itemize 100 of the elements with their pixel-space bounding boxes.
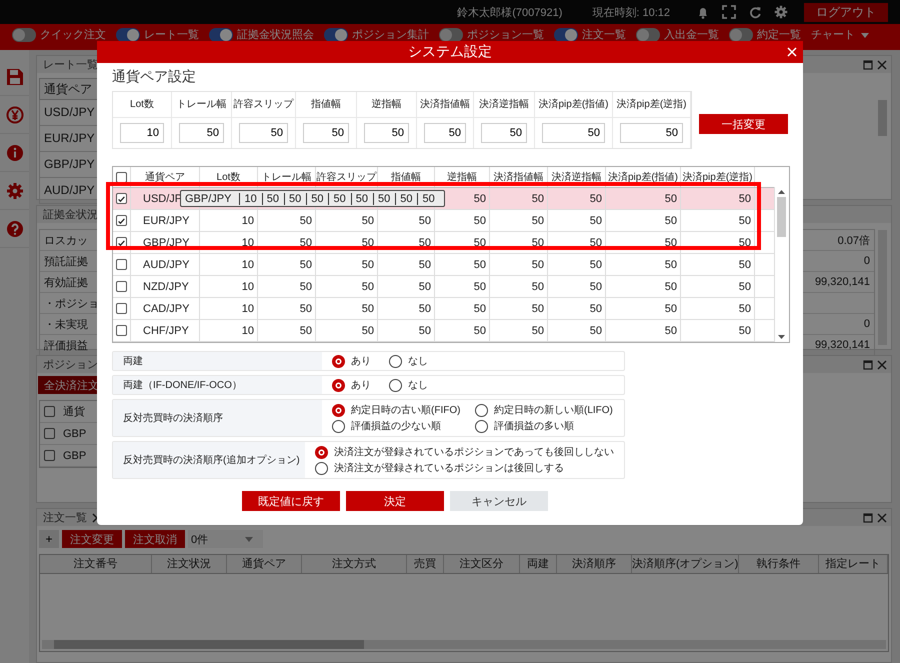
input-field[interactable]: 50 [424, 123, 466, 143]
save-icon[interactable] [6, 68, 24, 86]
clock-text: 現在時刻: 10:12 [592, 6, 670, 20]
table-cell: 50 [490, 188, 548, 209]
radio-label[interactable]: 約定日時の新しい順(LIFO) [494, 403, 613, 417]
input-field[interactable]: 50 [364, 123, 409, 143]
checkbox[interactable] [116, 303, 127, 314]
table-cell: 50 [378, 320, 435, 341]
checkbox[interactable] [116, 259, 127, 270]
radio-label[interactable]: なし [408, 378, 428, 392]
refresh-icon[interactable] [748, 5, 762, 19]
checkbox[interactable] [44, 450, 55, 461]
scrollbar[interactable] [774, 187, 788, 342]
toggle-switch[interactable] [209, 28, 233, 42]
input-field[interactable]: 50 [481, 123, 527, 143]
table-row[interactable]: EUR/JPY 10 50 50 50 50 50 50 50 50 [113, 210, 774, 232]
scrollbar-thumb[interactable] [54, 640, 364, 649]
table-cell: 10 [200, 298, 258, 319]
toggle-switch[interactable] [729, 28, 753, 42]
radio-label[interactable]: あり [351, 378, 371, 392]
notifications-icon[interactable] [696, 5, 710, 19]
radio-button[interactable] [389, 378, 402, 392]
toggle-switch[interactable] [554, 28, 578, 42]
close-icon[interactable] [877, 360, 887, 370]
toolbar-button[interactable]: 注文取消 [125, 530, 185, 548]
toggle-switch[interactable] [439, 28, 463, 42]
checkbox[interactable] [116, 215, 127, 226]
input-field[interactable]: 50 [303, 123, 349, 143]
scrollbar[interactable] [42, 640, 886, 649]
toggle-switch[interactable] [116, 28, 140, 42]
column-header: 注文番号 [40, 555, 152, 573]
scrollbar[interactable] [878, 100, 887, 136]
table-row[interactable]: AUD/JPY 10 50 50 50 50 50 50 50 50 [113, 254, 774, 276]
table-cell: 50 [681, 276, 755, 297]
radio-label[interactable]: 決済注文が登録されているポジションであっても後回ししない [334, 445, 614, 459]
toggle-switch[interactable] [636, 28, 660, 42]
close-icon[interactable] [877, 512, 887, 522]
column-header: 決済逆指幅 [474, 92, 534, 118]
column-header: 指値幅 [296, 92, 356, 118]
count-dropdown[interactable]: 0件 [188, 530, 263, 548]
yen-icon[interactable] [6, 106, 24, 124]
dialog-button[interactable]: キャンセル [450, 491, 548, 511]
add-button[interactable]: + [39, 530, 59, 548]
row-label: ・ポジショ [44, 296, 99, 310]
table-row[interactable]: CHF/JPY 10 50 50 50 50 50 50 50 50 [113, 320, 774, 342]
close-icon[interactable] [877, 60, 887, 70]
option-label: 反対売買時の決済順序(追加オプション) [113, 442, 305, 478]
radio-label[interactable]: あり [351, 354, 371, 368]
checkbox[interactable] [116, 193, 127, 204]
apply-all-button[interactable]: 一括変更 [699, 114, 788, 134]
input-field[interactable]: 50 [179, 123, 224, 143]
maximize-icon[interactable] [863, 360, 873, 370]
scrollbar-thumb[interactable] [777, 197, 786, 237]
radio-button[interactable] [332, 420, 345, 432]
table-cell: GBP [63, 428, 86, 440]
input-field[interactable]: 50 [542, 123, 605, 143]
caret-icon[interactable] [778, 335, 785, 339]
help-icon[interactable] [6, 220, 24, 238]
info-icon[interactable] [6, 144, 24, 162]
radio-button[interactable] [315, 446, 328, 458]
radio-button[interactable] [332, 354, 345, 368]
settings-icon[interactable] [774, 5, 788, 19]
radio-label[interactable]: 評価損益の少ない順 [351, 419, 441, 433]
radio-label[interactable]: なし [408, 354, 428, 368]
input-field[interactable]: 50 [620, 123, 683, 143]
toggle-switch[interactable] [12, 28, 36, 42]
logout-button[interactable]: ログアウト [804, 2, 888, 22]
dialog-button[interactable]: 決定 [346, 491, 444, 511]
table-cell: 50 [435, 210, 490, 231]
maximize-icon[interactable] [863, 512, 873, 522]
radio-label[interactable]: 評価損益の多い順 [494, 419, 574, 433]
radio-button[interactable] [475, 404, 488, 416]
maximize-icon[interactable] [863, 60, 873, 70]
caret-icon[interactable] [778, 190, 785, 194]
table-cell: 50 [548, 210, 606, 231]
input-field[interactable]: 50 [239, 123, 288, 143]
toolbar-button[interactable]: 注文変更 [62, 530, 122, 548]
radio-button[interactable] [332, 378, 345, 392]
table-row[interactable]: CAD/JPY 10 50 50 50 50 50 50 50 50 [113, 298, 774, 320]
radio-button[interactable] [475, 420, 488, 432]
radio-button[interactable] [332, 404, 345, 416]
row-value: 99,320,141 [814, 339, 870, 351]
radio-label[interactable]: 約定日時の古い順(FIFO) [351, 403, 460, 417]
table-cell: 50 [606, 210, 681, 231]
checkbox[interactable] [44, 406, 55, 417]
fullscreen-icon[interactable] [722, 5, 736, 19]
column-header: 許容スリップ [232, 92, 295, 118]
radio-button[interactable] [389, 354, 402, 368]
table-cell: 50 [435, 320, 490, 341]
input-field[interactable]: 10 [120, 123, 164, 143]
checkbox[interactable] [44, 428, 55, 439]
checkbox[interactable] [116, 281, 127, 292]
radio-button[interactable] [315, 462, 328, 474]
toggle-switch[interactable] [324, 28, 348, 42]
checkbox[interactable] [116, 172, 127, 182]
table-row[interactable]: NZD/JPY 10 50 50 50 50 50 50 50 50 [113, 276, 774, 298]
column-header: 通貨ペア [39, 78, 99, 100]
dialog-button[interactable]: 既定値に戻す [242, 491, 340, 511]
checkbox[interactable] [116, 325, 127, 336]
radio-label[interactable]: 決済注文が登録されているポジションは後回しする [334, 461, 564, 475]
